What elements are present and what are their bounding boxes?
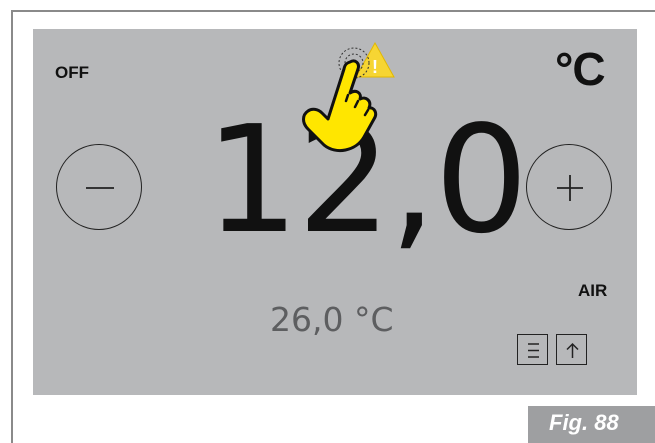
figure-label: Fig. 88	[549, 410, 619, 435]
menu-icon	[528, 343, 539, 358]
up-button[interactable]	[556, 334, 587, 365]
decrease-button[interactable]	[56, 144, 142, 230]
minus-icon	[86, 187, 114, 189]
menu-button[interactable]	[517, 334, 548, 365]
temperature-unit-label[interactable]: °C	[555, 42, 606, 96]
increase-button[interactable]	[526, 144, 612, 230]
plus-icon	[557, 175, 583, 201]
warning-icon: !	[355, 41, 395, 78]
frame-top-border	[11, 10, 655, 12]
touch-gesture-overlay: !	[290, 35, 400, 160]
power-status-label[interactable]: OFF	[55, 63, 89, 83]
mode-label: AIR	[578, 281, 608, 300]
current-temperature: 26,0 °C	[270, 300, 394, 339]
svg-text:!: !	[372, 57, 378, 77]
arrow-up-icon	[566, 342, 579, 358]
frame-left-border	[11, 10, 13, 443]
